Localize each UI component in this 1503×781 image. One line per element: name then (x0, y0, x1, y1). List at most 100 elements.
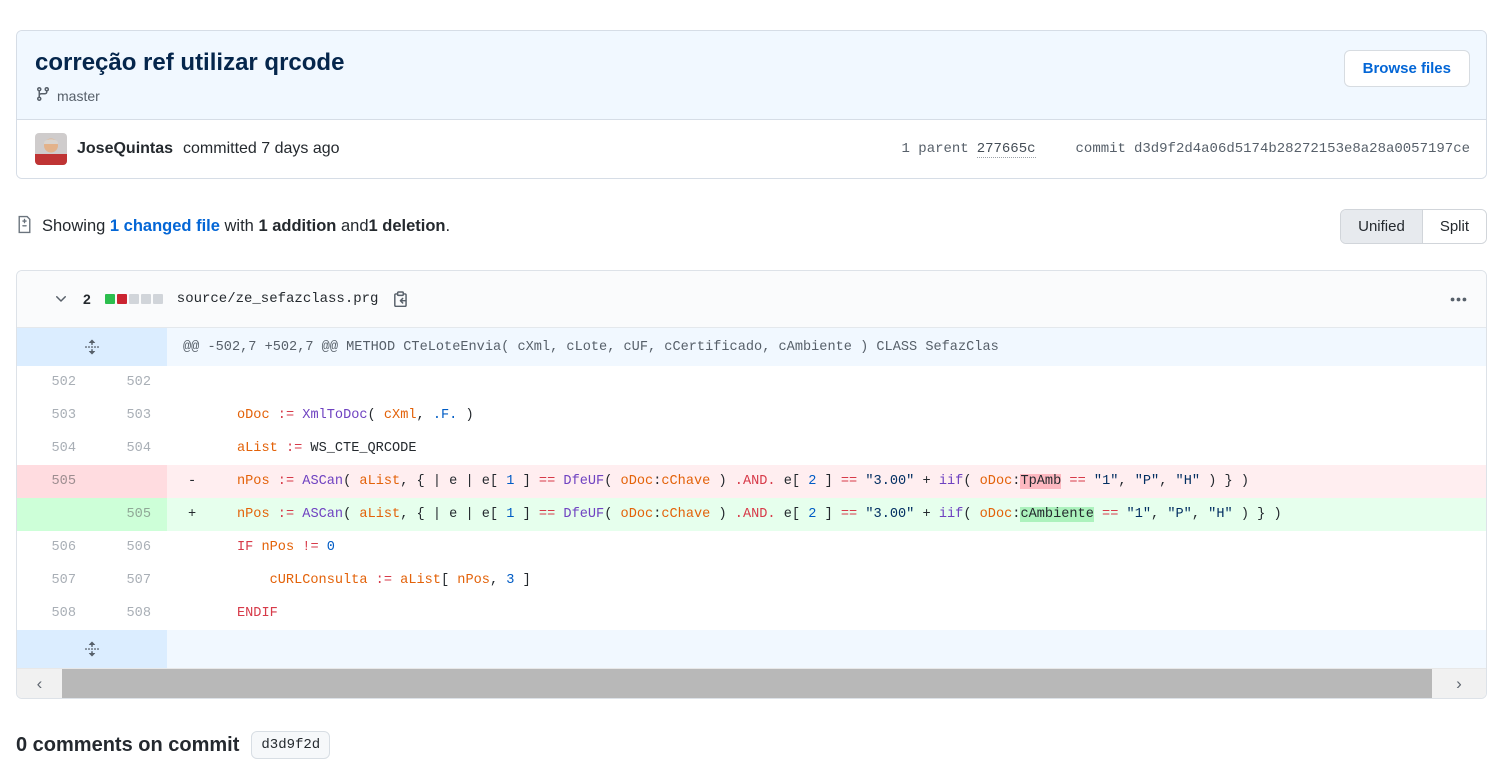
line-gutter[interactable]: 504504 (17, 432, 167, 465)
line-number-old[interactable] (17, 498, 92, 531)
chevron-down-icon[interactable] (53, 291, 69, 307)
line-number-old[interactable]: 506 (17, 531, 92, 564)
commit-sha-group: 1 parent 277665c commit d3d9f2d4a06d5174… (901, 141, 1470, 158)
line-number-new[interactable]: 508 (92, 597, 167, 630)
parent-group: 1 parent 277665c (901, 141, 1035, 158)
showing-label: Showing (42, 217, 105, 235)
diff-marker: + (188, 507, 196, 522)
summary-text: Showing 1 changed file with 1 addition a… (16, 215, 450, 239)
line-code: ENDIF (167, 597, 1486, 630)
line-number-new[interactable]: 503 (92, 399, 167, 432)
line-number-old[interactable]: 507 (17, 564, 92, 597)
line-gutter[interactable]: 506506 (17, 531, 167, 564)
diffstat-block-neutral (153, 294, 163, 304)
unfold-icon (84, 339, 100, 355)
diff-lines: 502502 503503 oDoc := XmlToDoc( cXml, .F… (17, 366, 1486, 630)
with-label: with (225, 217, 254, 235)
line-code: cURLConsulta := aList[ nPos, 3 ] (167, 564, 1486, 597)
scroll-right-button[interactable]: › (1432, 669, 1486, 698)
diff-line-del: 505 - nPos := ASCan( aList, { | e | e[ 1 … (17, 465, 1486, 498)
browse-files-button[interactable]: Browse files (1344, 50, 1470, 87)
diff-marker (188, 540, 196, 555)
commit-sha-chip: d3d9f2d (251, 731, 330, 759)
line-code: + nPos := ASCan( aList, { | e | e[ 1 ] =… (167, 498, 1486, 531)
commit-sha: d3d9f2d4a06d5174b28272153e8a28a0057197ce (1134, 141, 1470, 157)
line-gutter[interactable]: 508508 (17, 597, 167, 630)
scroll-left-button[interactable]: ‹ (17, 669, 62, 698)
commit-sha-group-inner: commit d3d9f2d4a06d5174b28272153e8a28a00… (1076, 141, 1470, 157)
diff-line-context: 503503 oDoc := XmlToDoc( cXml, .F. ) (17, 399, 1486, 432)
hunk-row: @@ -502,7 +502,7 @@ METHOD CTeLoteEnvia(… (17, 328, 1486, 366)
scroll-thumb[interactable] (62, 669, 1432, 698)
diff-line-context: 502502 (17, 366, 1486, 399)
view-mode-toggle: Unified Split (1340, 209, 1487, 244)
comments-heading: 0 comments on commit (16, 734, 239, 757)
commit-meta-row: JoseQuintas committed 7 days ago 1 paren… (17, 119, 1486, 178)
line-number-old[interactable]: 508 (17, 597, 92, 630)
and-label: and (341, 217, 369, 235)
horizontal-scrollbar: ‹ › (17, 668, 1486, 698)
diff-marker (188, 441, 196, 456)
changes-count: 2 (83, 291, 91, 307)
line-number-old[interactable]: 504 (17, 432, 92, 465)
unfold-icon (84, 641, 100, 657)
file-menu-kebab-icon[interactable] (1449, 290, 1468, 309)
line-number-new[interactable]: 502 (92, 366, 167, 399)
diff-line-context: 506506 IF nPos != 0 (17, 531, 1486, 564)
line-gutter[interactable]: 502502 (17, 366, 167, 399)
author-name[interactable]: JoseQuintas (77, 140, 173, 158)
parent-sha-link[interactable]: 277665c (977, 141, 1036, 158)
hunk-header-text: @@ -502,7 +502,7 @@ METHOD CTeLoteEnvia(… (167, 328, 1486, 366)
commit-label: commit (1076, 141, 1126, 157)
file-diff-icon (16, 215, 33, 239)
diffstat-blocks (105, 294, 163, 304)
line-code: - nPos := ASCan( aList, { | e | e[ 1 ] =… (167, 465, 1486, 498)
branch-row: master (35, 86, 1470, 105)
expander-row (17, 630, 1486, 668)
expand-hunk-button[interactable] (17, 328, 167, 366)
tab-split[interactable]: Split (1423, 210, 1486, 243)
diff-marker (188, 606, 196, 621)
line-number-old[interactable]: 503 (17, 399, 92, 432)
commit-page: correção ref utilizar qrcode master Brow… (16, 30, 1487, 759)
deletion-count: 1 deletion (369, 217, 446, 235)
diff-line-context: 504504 aList := WS_CTE_QRCODE (17, 432, 1486, 465)
diff-marker (188, 408, 196, 423)
parent-label: 1 parent (901, 141, 968, 157)
diff-panel: 2 source/ze_sefazclass.prg @@ -502,7 +50… (16, 270, 1487, 699)
line-number-new[interactable]: 507 (92, 564, 167, 597)
avatar[interactable] (35, 133, 67, 165)
copy-path-icon[interactable] (392, 290, 410, 308)
commit-header: correção ref utilizar qrcode master Brow… (17, 31, 1486, 119)
line-code: aList := WS_CTE_QRCODE (167, 432, 1486, 465)
diff-line-context: 508508 ENDIF (17, 597, 1486, 630)
diffstat-block-neutral (129, 294, 139, 304)
line-number-new[interactable]: 506 (92, 531, 167, 564)
diff-line-context: 507507 cURLConsulta := aList[ nPos, 3 ] (17, 564, 1486, 597)
expand-down-button[interactable] (17, 630, 167, 668)
line-code: oDoc := XmlToDoc( cXml, .F. ) (167, 399, 1486, 432)
diff-marker (188, 375, 196, 390)
line-number-new[interactable]: 504 (92, 432, 167, 465)
diffstat-block-deleted (117, 294, 127, 304)
changed-files-link[interactable]: 1 changed file (110, 217, 220, 235)
commit-time-text: committed 7 days ago (183, 140, 340, 158)
line-gutter[interactable]: 505 (17, 498, 167, 531)
tab-unified[interactable]: Unified (1341, 210, 1423, 243)
expander-fill (167, 630, 1486, 668)
line-gutter[interactable]: 507507 (17, 564, 167, 597)
line-number-old[interactable]: 502 (17, 366, 92, 399)
line-number-new[interactable]: 505 (92, 498, 167, 531)
commit-title: correção ref utilizar qrcode (35, 49, 1470, 77)
branch-name: master (57, 88, 100, 104)
line-number-new[interactable] (92, 465, 167, 498)
diff-line-add: 505+ nPos := ASCan( aList, { | e | e[ 1 … (17, 498, 1486, 531)
git-branch-icon (35, 86, 51, 105)
line-number-old[interactable]: 505 (17, 465, 92, 498)
diffstat-block-added (105, 294, 115, 304)
diff-marker (188, 573, 196, 588)
line-gutter[interactable]: 503503 (17, 399, 167, 432)
line-gutter[interactable]: 505 (17, 465, 167, 498)
commit-author-group: JoseQuintas committed 7 days ago (35, 133, 340, 165)
line-code (167, 366, 1486, 399)
